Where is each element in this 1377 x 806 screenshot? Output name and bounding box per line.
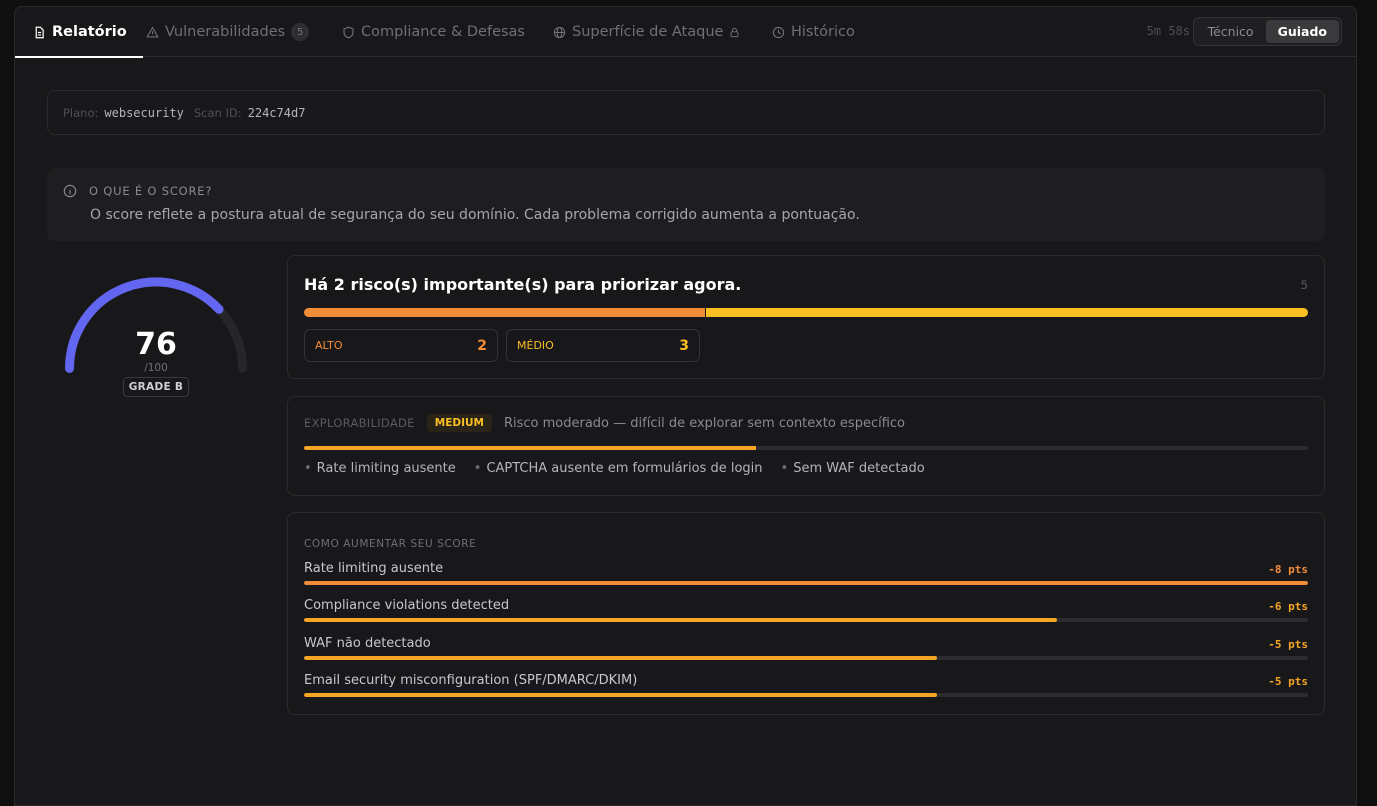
scan-id-value: 224c74d7: [247, 105, 306, 120]
factor-item: Sem WAF detectado: [781, 461, 924, 476]
tab-superficie[interactable]: Superfície de Ataque: [553, 7, 740, 57]
improve-item-points: -8 pts: [1268, 563, 1308, 576]
info-icon: [63, 184, 77, 198]
mode-guiado-button[interactable]: Guiado: [1265, 20, 1339, 43]
plan-label: Plano:: [63, 105, 99, 120]
plan-value: websecurity: [104, 105, 184, 120]
improve-item-label: Compliance violations detected: [304, 598, 510, 613]
explorability-track: [304, 446, 1308, 450]
callout-body: O score reflete a postura atual de segur…: [90, 207, 860, 223]
improve-item-track: [304, 581, 1308, 585]
explorability-label: EXPLORABILIDADE: [304, 416, 415, 430]
risk-chip-label: ALTO: [315, 339, 343, 352]
risk-chip-label: MÉDIO: [517, 339, 554, 352]
tab-label: Compliance & Defesas: [361, 24, 525, 40]
tab-compliance[interactable]: Compliance & Defesas: [342, 7, 525, 57]
factor-item: CAPTCHA ausente em formulários de login: [474, 461, 762, 476]
improve-item-label: WAF não detectado: [304, 636, 431, 651]
grade-badge: GRADE B: [123, 377, 189, 397]
improve-item[interactable]: Email security misconfiguration (SPF/DMA…: [304, 673, 1308, 703]
top-nav: Relatório Vulnerabilidades 5 Compliance …: [15, 7, 1356, 58]
risk-total-count: 5: [1300, 278, 1308, 292]
mode-tecnico-button[interactable]: Técnico: [1196, 20, 1266, 43]
improve-item-track: [304, 618, 1308, 622]
tab-label: Histórico: [791, 24, 855, 40]
risk-bar-alto-segment: [304, 308, 706, 317]
improve-item-track: [304, 656, 1308, 660]
tab-relatorio[interactable]: Relatório: [15, 7, 143, 58]
risk-distribution-bar: [304, 308, 1308, 317]
vulnerabilities-count-badge: 5: [291, 23, 310, 41]
improve-item[interactable]: Rate limiting ausente -8 pts: [304, 561, 1308, 591]
score-value: 76: [135, 327, 177, 362]
improve-item-points: -5 pts: [1268, 675, 1308, 688]
explorability-description: Risco moderado — difícil de explorar sem…: [503, 415, 905, 431]
callout-header: O QUE É O SCORE?: [63, 184, 212, 198]
improve-item[interactable]: Compliance violations detected -6 pts: [304, 598, 1308, 628]
tab-vulnerabilidades[interactable]: Vulnerabilidades 5: [146, 7, 310, 57]
improve-item-points: -5 pts: [1268, 638, 1308, 651]
callout-title: O QUE É O SCORE?: [89, 184, 213, 198]
improve-item-points: -6 pts: [1268, 600, 1308, 613]
clock-icon: [772, 26, 785, 38]
improve-item-label: Rate limiting ausente: [304, 561, 444, 576]
document-icon: [35, 26, 44, 38]
risk-title: Há 2 risco(s) importante(s) para prioriz…: [304, 275, 742, 294]
scan-timer: 5m 58s: [1146, 24, 1190, 38]
improve-score-card: COMO AUMENTAR SEU SCORE Rate limiting au…: [287, 512, 1325, 715]
warning-icon: [146, 25, 159, 38]
explorability-card: EXPLORABILIDADE MEDIUM Risco moderado — …: [287, 396, 1325, 496]
risk-chip-count: 3: [679, 337, 689, 354]
risk-summary-card: Há 2 risco(s) importante(s) para prioriz…: [287, 255, 1325, 379]
plan-info-bar: Plano: websecurity Scan ID: 224c74d7: [47, 90, 1325, 135]
lock-icon: [731, 27, 739, 37]
improve-item-fill: [304, 693, 937, 697]
score-info-callout: O QUE É O SCORE? O score reflete a postu…: [47, 168, 1325, 241]
tab-label: Superfície de Ataque: [572, 24, 724, 40]
explorability-level-badge: MEDIUM: [426, 414, 492, 432]
factor-item: Rate limiting ausente: [304, 461, 456, 476]
explorability-header: EXPLORABILIDADE MEDIUM Risco moderado — …: [304, 414, 905, 432]
scan-id-label: Scan ID:: [193, 105, 242, 120]
risk-chip-medio[interactable]: MÉDIO 3: [506, 329, 700, 362]
improve-title: COMO AUMENTAR SEU SCORE: [304, 538, 477, 550]
shield-icon: [343, 26, 354, 38]
app-frame: Relatório Vulnerabilidades 5 Compliance …: [14, 6, 1357, 806]
explorability-fill: [304, 446, 756, 450]
improve-item-fill: [304, 656, 937, 660]
tab-historico[interactable]: Histórico: [772, 7, 855, 57]
view-mode-toggle: Técnico Guiado: [1192, 17, 1342, 46]
risk-chip-count: 2: [477, 337, 487, 354]
improve-item[interactable]: WAF não detectado -5 pts: [304, 636, 1308, 666]
tab-label: Relatório: [52, 24, 127, 40]
improve-item-fill: [304, 581, 1308, 585]
risk-bar-medio-segment: [705, 308, 1308, 317]
score-max: /100: [144, 362, 168, 374]
tab-label: Vulnerabilidades: [165, 24, 286, 40]
improve-item-track: [304, 693, 1308, 697]
risk-chip-alto[interactable]: ALTO 2: [304, 329, 498, 362]
explorability-factors: Rate limiting ausente CAPTCHA ausente em…: [304, 461, 925, 476]
improve-item-label: Email security misconfiguration (SPF/DMA…: [304, 673, 638, 688]
globe-icon: [553, 26, 566, 38]
score-gauge: 76 /100 GRADE B: [61, 264, 251, 414]
improve-item-fill: [304, 618, 1057, 622]
